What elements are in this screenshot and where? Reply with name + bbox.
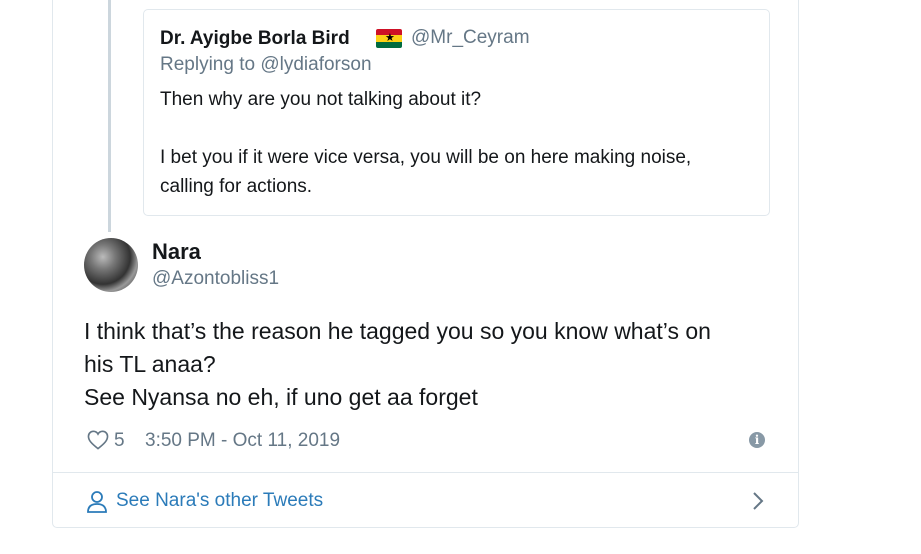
divider [53,472,799,473]
quoted-text-line: calling for actions. [160,176,313,197]
quoted-text-line: Then why are you not talking about it? [160,89,482,110]
author-handle[interactable]: @Azontobliss1 [152,268,279,290]
ghana-flag-icon: ★ [376,29,402,48]
author-name[interactable]: Nara [152,239,201,265]
quoted-text-line: I bet you if it were vice versa, you wil… [160,147,692,168]
quoted-author-handle[interactable]: @Mr_Ceyram [411,27,530,49]
info-icon[interactable]: i [749,432,765,448]
heart-icon[interactable] [87,430,109,450]
tweet-text-line: his TL anaa? [84,351,216,377]
quoted-tweet[interactable]: Dr. Ayigbe Borla Bird ★ @Mr_Ceyram Reply… [143,9,770,216]
quoted-author-name[interactable]: Dr. Ayigbe Borla Bird [160,28,350,50]
chevron-right-icon[interactable] [749,490,767,512]
tweet-text-line: See Nyansa no eh, if uno get aa forget [84,384,478,410]
replying-to[interactable]: Replying to @lydiaforson [160,54,372,76]
like-count[interactable]: 5 [114,430,125,452]
avatar[interactable] [84,238,138,292]
person-icon [87,491,107,513]
tweet-text-line: I think that’s the reason he tagged you … [84,318,711,344]
thread-line [108,0,111,232]
see-other-tweets-link[interactable]: See Nara's other Tweets [116,490,323,512]
timestamp[interactable]: 3:50 PM - Oct 11, 2019 [145,430,340,452]
